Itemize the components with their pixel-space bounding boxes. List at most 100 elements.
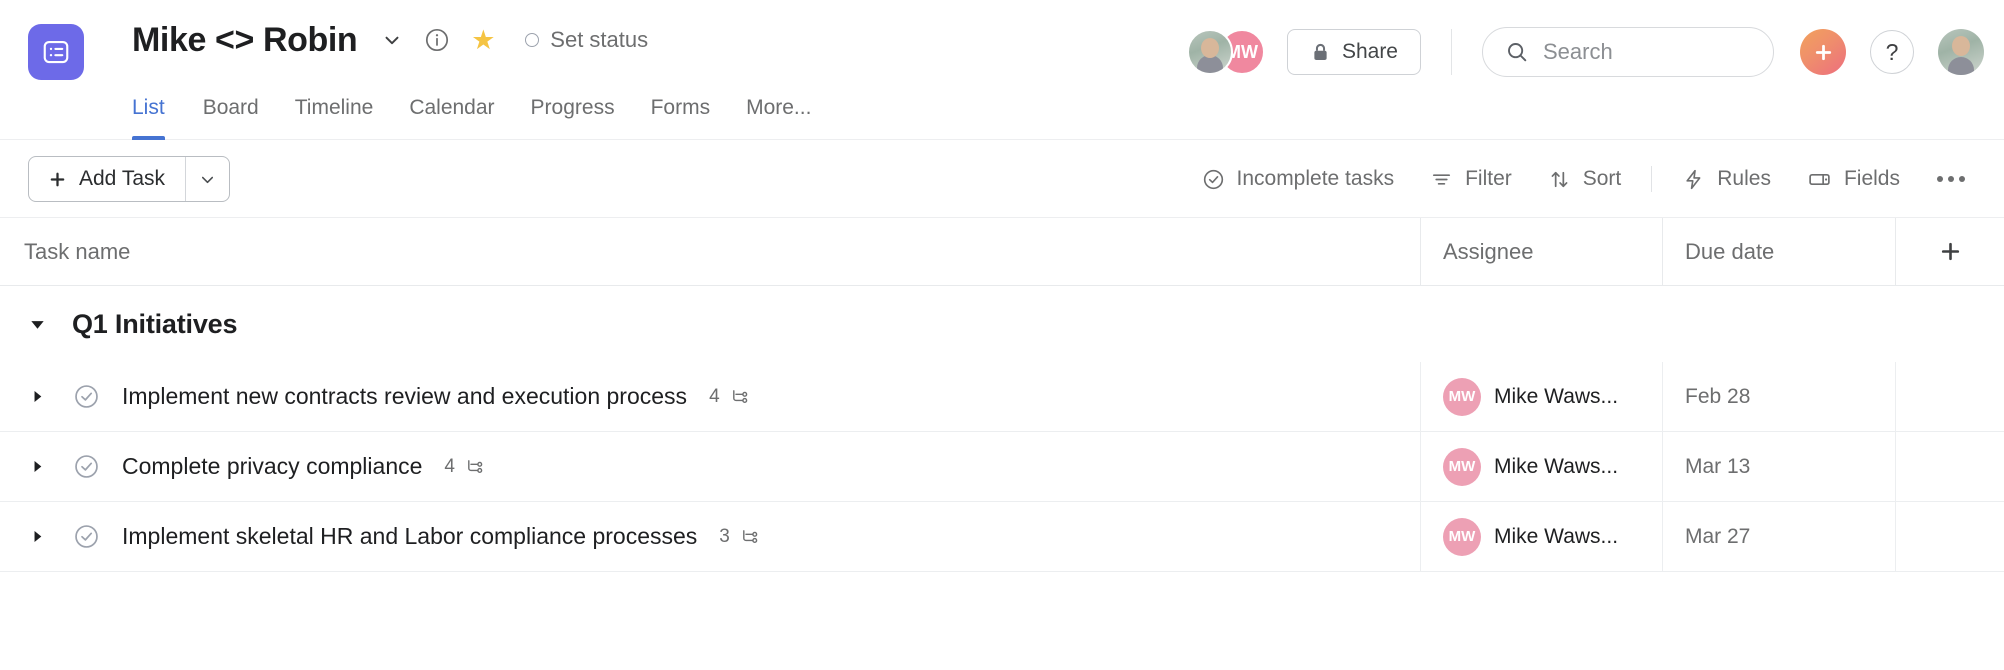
tab-timeline[interactable]: Timeline — [277, 96, 392, 140]
tab-forms[interactable]: Forms — [633, 96, 729, 140]
project-header: Mike <> Robin ★ Set status List Board Ti… — [0, 0, 2004, 140]
subtask-count: 4 — [444, 455, 455, 477]
due-date-cell[interactable]: Feb 28 — [1662, 362, 1895, 431]
subtask-count: 3 — [719, 525, 730, 547]
toolbar-label: Filter — [1465, 167, 1512, 190]
tab-calendar[interactable]: Calendar — [391, 96, 512, 140]
lock-icon — [1314, 43, 1327, 60]
list-icon — [43, 40, 69, 64]
table-header: Task name Assignee Due date — [0, 218, 2004, 286]
tab-label: Progress — [530, 96, 615, 119]
chevron-down-icon — [201, 176, 214, 183]
subtask-tree-icon — [732, 390, 747, 403]
project-info-button[interactable] — [421, 24, 453, 56]
column-header-due-date[interactable]: Due date — [1662, 218, 1895, 285]
subtask-badge: 3 — [719, 526, 760, 548]
tab-label: Forms — [650, 96, 711, 119]
fields-button[interactable]: Fields — [1789, 156, 1918, 202]
mark-complete-button[interactable] — [72, 453, 100, 481]
more-options-button[interactable] — [1926, 156, 1976, 202]
task-name-cell[interactable]: Implement skeletal HR and Labor complian… — [0, 502, 1420, 571]
tab-list[interactable]: List — [132, 96, 185, 140]
due-date-value: Mar 13 — [1685, 454, 1751, 478]
subtask-tree-icon — [742, 530, 758, 543]
section-title: Q1 Initiatives — [72, 308, 238, 339]
project-icon[interactable] — [28, 24, 84, 80]
row-end-cell — [1895, 432, 2004, 501]
search-input[interactable]: Search — [1482, 27, 1774, 77]
task-name-cell[interactable]: Implement new contracts review and execu… — [0, 362, 1420, 431]
section-header[interactable]: Q1 Initiatives — [0, 286, 2004, 362]
add-task-button[interactable]: Add Task — [28, 156, 230, 202]
incomplete-tasks-filter[interactable]: Incomplete tasks — [1184, 156, 1413, 202]
task-name-cell[interactable]: Complete privacy compliance 4 — [0, 432, 1420, 501]
triangle-down-icon — [30, 320, 44, 329]
plus-icon — [50, 172, 65, 186]
sort-button[interactable]: Sort — [1530, 156, 1640, 202]
assignee-cell[interactable]: MW Mike Waws... — [1420, 362, 1662, 431]
toolbar-label: Rules — [1717, 167, 1771, 190]
assignee-name: Mike Waws... — [1494, 454, 1619, 478]
add-task-dropdown[interactable] — [185, 157, 229, 201]
assignee-name: Mike Waws... — [1494, 384, 1619, 408]
add-task-main[interactable]: Add Task — [29, 157, 185, 201]
plus-icon — [1815, 44, 1831, 60]
check-circle-icon — [74, 455, 98, 478]
filter-button[interactable]: Filter — [1412, 156, 1530, 202]
project-members[interactable]: MW — [1186, 29, 1265, 75]
tab-board[interactable]: Board — [185, 96, 277, 140]
assignee-cell[interactable]: MW Mike Waws... — [1420, 432, 1662, 501]
project-menu-button[interactable] — [375, 23, 409, 57]
due-date-cell[interactable]: Mar 13 — [1662, 432, 1895, 501]
view-tabs: List Board Timeline Calendar Progress Fo… — [132, 76, 829, 140]
tab-label: Timeline — [294, 96, 374, 119]
table-row[interactable]: Implement new contracts review and execu… — [0, 362, 2004, 432]
toolbar-actions: Incomplete tasks Filter Sort Rules Field… — [1184, 156, 1977, 202]
task-title: Implement skeletal HR and Labor complian… — [122, 523, 698, 549]
table-row[interactable]: Implement skeletal HR and Labor complian… — [0, 502, 2004, 572]
lightning-bolt-icon — [1686, 169, 1701, 189]
row-end-cell — [1895, 502, 2004, 571]
due-date-cell[interactable]: Mar 27 — [1662, 502, 1895, 571]
check-circle-icon — [74, 525, 98, 548]
expand-subtasks-toggle[interactable] — [26, 386, 48, 408]
column-header-task-name[interactable]: Task name — [0, 218, 1420, 285]
share-label: Share — [1341, 40, 1398, 63]
quick-add-button[interactable] — [1800, 29, 1846, 75]
plus-icon — [1941, 242, 1959, 261]
triangle-right-icon — [34, 530, 41, 543]
mark-complete-button[interactable] — [72, 383, 100, 411]
status-circle-icon — [525, 33, 540, 47]
rules-button[interactable]: Rules — [1664, 156, 1789, 202]
chevron-down-icon — [385, 36, 399, 45]
section-collapse-toggle[interactable] — [26, 313, 48, 335]
add-column-button[interactable] — [1895, 218, 2004, 285]
assignee-cell[interactable]: MW Mike Waws... — [1420, 502, 1662, 571]
avatar: MW — [1443, 517, 1481, 556]
subtask-badge: 4 — [709, 386, 750, 408]
avatar[interactable] — [1186, 29, 1233, 75]
column-header-assignee[interactable]: Assignee — [1420, 218, 1662, 285]
help-button[interactable]: ? — [1870, 30, 1914, 74]
subtask-count: 4 — [709, 385, 720, 407]
mark-complete-button[interactable] — [72, 523, 100, 551]
table-row[interactable]: Complete privacy compliance 4 MW Mike Wa… — [0, 432, 2004, 502]
tab-more[interactable]: More... — [728, 96, 829, 140]
expand-subtasks-toggle[interactable] — [26, 526, 48, 548]
avatar-initials: MW — [1448, 528, 1476, 545]
star-icon[interactable]: ★ — [467, 24, 499, 56]
user-avatar[interactable] — [1938, 29, 1984, 75]
list-toolbar: Add Task Incomplete tasks Filter Sort Ru… — [0, 140, 2004, 218]
avatar-initials: MW — [1448, 458, 1476, 475]
set-status-button[interactable]: Set status — [525, 27, 648, 53]
subtask-tree-icon — [468, 460, 483, 473]
column-label: Task name — [24, 238, 131, 264]
search-placeholder: Search — [1543, 39, 1613, 64]
expand-subtasks-toggle[interactable] — [26, 456, 48, 478]
avatar: MW — [1443, 447, 1481, 486]
triangle-right-icon — [34, 390, 41, 403]
tab-progress[interactable]: Progress — [513, 96, 633, 140]
ellipsis-icon — [1937, 176, 1943, 182]
check-circle-icon — [74, 385, 98, 408]
share-button[interactable]: Share — [1286, 29, 1421, 75]
